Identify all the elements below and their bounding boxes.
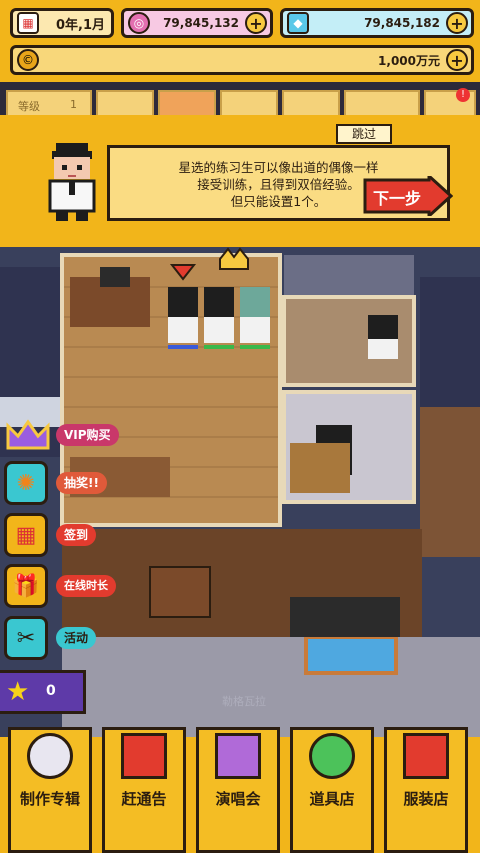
wheel-icon: ✺: [16, 470, 36, 496]
pink-coin-bar: ◎ 79,845,132 +: [121, 8, 273, 38]
gem-bar: ◆ 79,845,182 +: [280, 8, 474, 38]
nav-item-shop-label: 道具店: [309, 790, 355, 808]
nav-make-album-label: 制作专辑: [19, 790, 80, 808]
pink-coin-icon: ◎: [128, 12, 150, 34]
add-gem-button[interactable]: +: [446, 12, 468, 34]
calendar-icon: ▦: [17, 12, 39, 34]
nav-concert[interactable]: 演唱会: [196, 727, 280, 853]
star-icon: ★: [6, 677, 30, 707]
tutorial-line-2: 接受训练，且得到双倍经验。: [197, 177, 360, 192]
diamond-icon: ◆: [287, 12, 309, 34]
vip-label[interactable]: VIP购买: [56, 424, 119, 446]
star-counter[interactable]: ★ 0: [0, 670, 86, 714]
online-time-label[interactable]: 在线时长: [56, 575, 116, 597]
ghost-label: 勒格瓦拉: [222, 695, 266, 708]
skip-button[interactable]: 跳过: [336, 124, 392, 144]
tab-mail[interactable]: !: [424, 88, 476, 118]
crown-icon: [6, 419, 50, 450]
money-bar: © 1,000万元 +: [10, 45, 474, 75]
gift-icon: 🎁: [12, 573, 40, 599]
nav-clothing-shop-label: 服装店: [403, 790, 449, 808]
add-pink-coin-button[interactable]: +: [245, 12, 267, 34]
clover-icon: [309, 733, 355, 779]
rainbow-icon: [215, 733, 261, 779]
tab-selected[interactable]: [158, 90, 216, 118]
tab-four[interactable]: [282, 90, 340, 118]
event-button[interactable]: ✂: [4, 616, 48, 660]
money-value: 1,000万元: [378, 53, 440, 68]
nav-make-album[interactable]: 制作专辑: [8, 727, 92, 853]
notification-badge: !: [456, 88, 470, 102]
cd-icon: [27, 733, 73, 779]
calendar-icon: [121, 733, 167, 779]
nav-concert-label: 演唱会: [215, 790, 261, 808]
coin-icon: ©: [17, 49, 39, 71]
tutorial-line-3: 但只能设置1个。: [230, 194, 327, 209]
scissors-icon: ✂: [16, 625, 36, 651]
nav-appearance-label: 赶通告: [121, 790, 167, 808]
pink-coin-count: 79,845,132: [163, 16, 239, 30]
next-step-button[interactable]: 下一步: [363, 176, 453, 216]
level-label: 等级: [18, 100, 40, 113]
date-display: ▦ 0年,1月: [10, 8, 114, 38]
online-time-button[interactable]: 🎁: [4, 564, 48, 608]
nav-item-shop[interactable]: 道具店: [290, 727, 374, 853]
event-label[interactable]: 活动: [56, 627, 97, 649]
checkin-label[interactable]: 签到: [56, 524, 97, 546]
tab-building[interactable]: [96, 90, 154, 118]
vip-button[interactable]: [4, 418, 52, 454]
lottery-button[interactable]: ✺: [4, 461, 48, 505]
calendar-checkin-icon: ▦: [15, 522, 37, 548]
tutorial-line-1: 星选的练习生可以像出道的偶像一样: [178, 160, 379, 175]
next-step-label: 下一步: [373, 189, 422, 208]
level-tab[interactable]: 等级 1: [6, 90, 92, 118]
manager-character: [48, 143, 96, 221]
nav-clothing-shop[interactable]: 服装店: [384, 727, 468, 853]
nav-appearance[interactable]: 赶通告: [102, 727, 186, 853]
date-text: 0年,1月: [55, 17, 105, 33]
gem-count: 79,845,182: [364, 16, 440, 30]
tab-hourglass[interactable]: [220, 90, 278, 118]
level-value: 1: [70, 98, 77, 111]
shirt-icon: [403, 733, 449, 779]
tab-five[interactable]: [344, 90, 420, 118]
add-money-button[interactable]: +: [446, 49, 468, 71]
checkin-button[interactable]: ▦: [4, 513, 48, 557]
lottery-label[interactable]: 抽奖!!: [56, 472, 107, 494]
star-count: 0: [46, 683, 56, 699]
